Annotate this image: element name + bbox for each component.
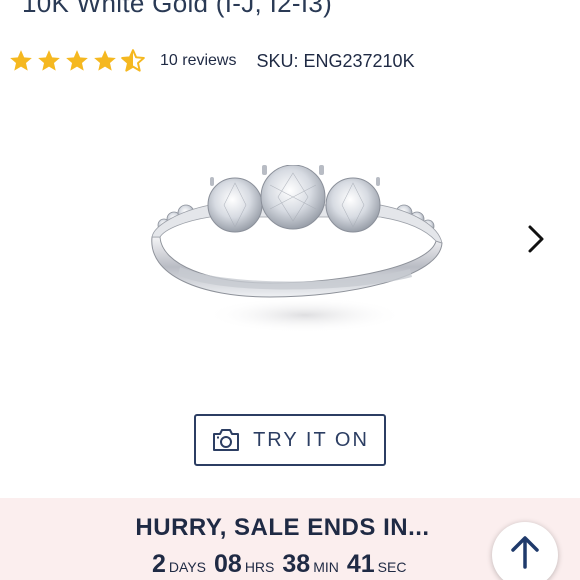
- reviews-link[interactable]: 10 reviews: [160, 52, 236, 70]
- countdown-hours-value: 08: [214, 550, 242, 578]
- try-it-on-label: TRY IT ON: [253, 428, 369, 451]
- sale-countdown-banner: HURRY, SALE ENDS IN... 2 DAYS 08 HRS 38 …: [0, 498, 580, 580]
- star-icon: [66, 50, 88, 71]
- star-icon: [10, 50, 32, 71]
- countdown-seconds-unit: SEC: [377, 559, 407, 575]
- countdown-seconds-value: 41: [346, 550, 375, 578]
- scroll-to-top-button[interactable]: [492, 522, 558, 580]
- star-icon: [38, 50, 60, 71]
- arrow-up-icon: [511, 536, 539, 569]
- rating-row: 10 reviews SKU: ENG237210K: [8, 48, 415, 74]
- sale-title: HURRY, SALE ENDS IN...: [135, 514, 430, 541]
- half-star-icon: [121, 49, 145, 72]
- sku-label: SKU: ENG237210K: [256, 50, 415, 71]
- try-it-on-button[interactable]: TRY IT ON: [194, 414, 386, 466]
- countdown-days-value: 2: [152, 550, 166, 578]
- countdown-hours-unit: HRS: [244, 559, 275, 575]
- star-icon: [94, 50, 116, 71]
- countdown-minutes-value: 38: [282, 550, 311, 578]
- ring-product-image: [151, 165, 443, 333]
- countdown-timer: 2 DAYS 08 HRS 38 MIN 41 SEC: [152, 550, 414, 579]
- camera-icon: [213, 429, 240, 451]
- star-rating: [8, 48, 148, 74]
- chevron-right-icon[interactable]: [520, 222, 550, 256]
- product-title: 10K White Gold (I-J, I2-I3): [22, 0, 333, 18]
- countdown-days-unit: DAYS: [168, 559, 206, 575]
- countdown-minutes-unit: MIN: [313, 559, 339, 575]
